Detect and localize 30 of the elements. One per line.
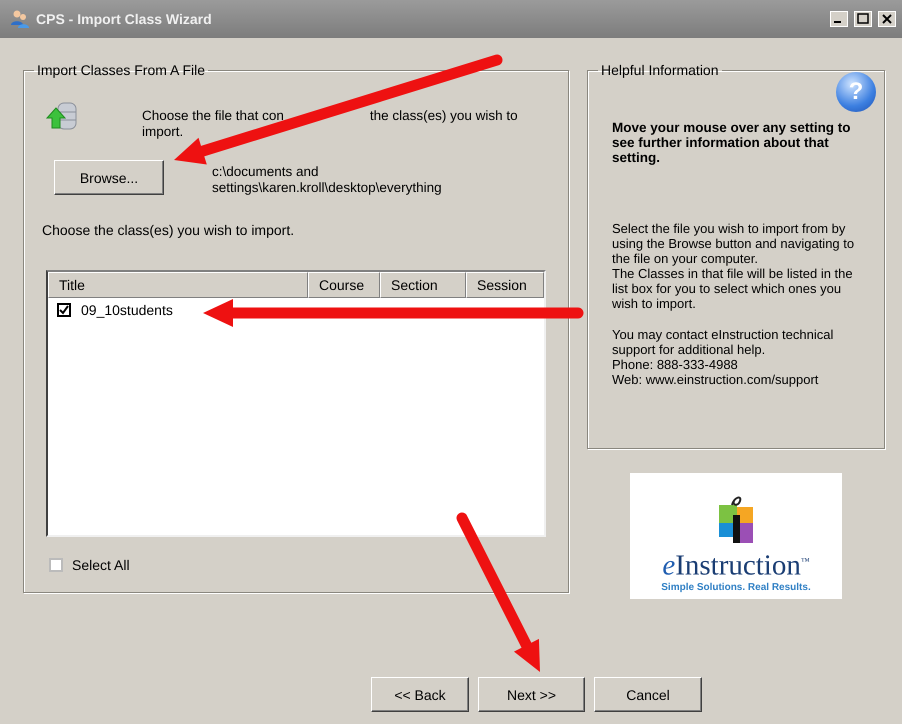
wizard-button[interactable]: << Back (371, 677, 469, 712)
people-icon (10, 9, 30, 29)
minimize-icon[interactable] (830, 11, 848, 27)
window-title: CPS - Import Class Wizard (36, 11, 213, 27)
checkbox-label: Select All (72, 557, 130, 573)
instruction-text: Choose the file that con (142, 108, 284, 124)
choose-label: Choose the class(es) you wish to import. (42, 222, 296, 238)
column-header[interactable]: Section (380, 272, 466, 298)
browse-button[interactable]: Browse... (54, 160, 164, 195)
help-icon: ? (836, 72, 876, 112)
instruction-text: import. (142, 124, 184, 140)
group-title: Helpful Information (600, 62, 720, 78)
file-path: c:\documents and settings\karen.kroll\desktop\everything (212, 164, 443, 196)
column-header[interactable]: Title (48, 272, 308, 298)
close-icon[interactable] (878, 11, 896, 27)
class-title: 09_10students (81, 302, 173, 318)
help-paragraph: Select the file you wish to import from by using the Browse button and navigating to the file on your computer. The Classes in that file will be listed in the list box for you to select which ones you wish to import. (612, 221, 856, 311)
column-header[interactable]: Course (308, 272, 380, 298)
wizard-button[interactable]: Next >> (478, 677, 585, 712)
wizard-button[interactable]: Cancel (594, 677, 702, 712)
column-header[interactable]: Session (466, 272, 544, 298)
checkbox[interactable] (49, 558, 63, 572)
checkbox[interactable] (57, 303, 71, 317)
logo-tagline: Simple Solutions. Real Results. (661, 582, 811, 593)
logo-wordmark: eInstruction$^{™}$ (662, 549, 810, 582)
instruction-text: the class(es) you wish to (370, 108, 518, 124)
help-headline: Move your mouse over any setting to see further information about that setting. (612, 120, 852, 165)
group-title: Import Classes From A File (36, 62, 206, 78)
help-paragraph: You may contact eInstruction technical support for additional help. Phone: 888-333-4988 Web: www.einstruction.com/support (612, 327, 834, 387)
maximize-icon[interactable] (854, 11, 872, 27)
